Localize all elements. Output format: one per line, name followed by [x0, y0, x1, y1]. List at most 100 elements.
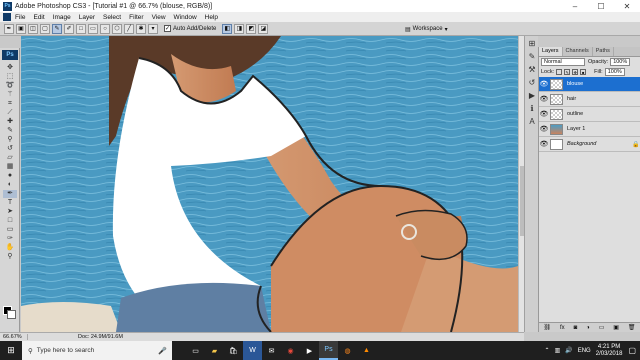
history-icon[interactable]: ↺: [527, 78, 537, 88]
layer-row-background[interactable]: 👁 Background 🔒: [539, 137, 640, 152]
layer-row-layer-1[interactable]: 👁 Layer 1: [539, 122, 640, 137]
workspace-button[interactable]: ▤ Workspace ▾: [400, 24, 453, 34]
eye-icon[interactable]: 👁: [539, 125, 549, 133]
lock-all-icon[interactable]: ■: [580, 69, 587, 75]
custom-shape-icon[interactable]: ✱: [136, 23, 146, 34]
eyedropper-tool-icon[interactable]: ✑: [3, 235, 17, 243]
menu-layer[interactable]: Layer: [79, 14, 95, 21]
actions-icon[interactable]: ▶: [527, 91, 537, 101]
pen-tool-icon[interactable]: ✒: [3, 190, 17, 198]
task-view-icon[interactable]: ▭: [186, 341, 205, 360]
zoom-tool-icon[interactable]: ⚲: [3, 253, 17, 261]
notifications-icon[interactable]: ▢: [628, 346, 636, 355]
add-to-path-icon[interactable]: ◧: [222, 23, 233, 34]
navigator-icon[interactable]: ⊞: [527, 39, 537, 49]
hand-tool-icon[interactable]: ✋: [3, 244, 17, 252]
layer-row-blouse[interactable]: 👁 blouse: [539, 77, 640, 92]
eye-icon[interactable]: 👁: [539, 95, 549, 103]
shape-tool-icon[interactable]: □: [3, 217, 17, 225]
eye-icon[interactable]: 👁: [539, 110, 549, 118]
move-tool-icon[interactable]: ✥: [3, 64, 17, 72]
paths-mode-icon[interactable]: ◫: [28, 23, 38, 34]
rectangle-icon[interactable]: □: [76, 23, 86, 34]
taskbar-search[interactable]: ⚲ Type here to search 🎤: [22, 341, 172, 360]
info-icon[interactable]: ℹ: [527, 104, 537, 114]
slice-tool-icon[interactable]: ⟋: [3, 109, 17, 117]
language-indicator[interactable]: ENG: [578, 348, 591, 354]
volume-icon[interactable]: 🔊: [565, 347, 572, 354]
photoshop-menu-icon[interactable]: [3, 13, 11, 21]
trash-icon[interactable]: 🗑: [628, 324, 636, 331]
notes-tool-icon[interactable]: ▭: [3, 226, 17, 234]
clone-stamp-tool-icon[interactable]: ⚲: [3, 136, 17, 144]
chevron-up-icon[interactable]: ⌃: [545, 347, 550, 354]
layer-row-hair[interactable]: 👁 hair: [539, 92, 640, 107]
type-tool-icon[interactable]: T: [3, 199, 17, 207]
eye-icon[interactable]: 👁: [539, 80, 549, 88]
vlc-icon[interactable]: ▲: [357, 341, 376, 360]
microphone-icon[interactable]: 🎤: [158, 347, 167, 355]
auto-add-delete-checkbox[interactable]: ✓: [164, 25, 171, 32]
minimize-button[interactable]: –: [562, 0, 588, 12]
layer-mask-icon[interactable]: ◙: [574, 325, 578, 331]
character-icon[interactable]: A: [527, 117, 537, 127]
firefox-icon[interactable]: ◍: [338, 341, 357, 360]
zoom-level[interactable]: 66.67%: [0, 334, 28, 340]
document-canvas[interactable]: [21, 36, 518, 332]
menu-filter[interactable]: Filter: [129, 14, 143, 21]
menu-select[interactable]: Select: [103, 14, 121, 21]
menu-view[interactable]: View: [152, 14, 166, 21]
blend-mode-select[interactable]: Normal: [541, 58, 585, 66]
windows-start-icon[interactable]: ⊞: [0, 341, 22, 360]
magic-wand-tool-icon[interactable]: ⚚: [3, 91, 17, 99]
layer-row-outline[interactable]: 👁 outline: [539, 107, 640, 122]
exclude-path-icon[interactable]: ◪: [258, 23, 269, 34]
gradient-tool-icon[interactable]: ▦: [3, 163, 17, 171]
freeform-pen-icon[interactable]: ✐: [64, 23, 74, 34]
maximize-button[interactable]: ☐: [588, 0, 614, 12]
opacity-field[interactable]: 100%: [610, 58, 631, 66]
lock-transparency-icon[interactable]: [556, 69, 563, 75]
fill-field[interactable]: 100%: [604, 68, 625, 76]
menu-edit[interactable]: Edit: [33, 14, 44, 21]
photoshop-taskbar-icon[interactable]: Ps: [319, 341, 338, 360]
eraser-tool-icon[interactable]: ▱: [3, 154, 17, 162]
adjustment-layer-icon[interactable]: ◑: [586, 325, 590, 331]
rounded-rectangle-icon[interactable]: ▭: [88, 23, 98, 34]
tab-channels[interactable]: Channels: [563, 47, 593, 56]
eye-icon[interactable]: 👁: [539, 140, 549, 148]
layer-style-icon[interactable]: fx: [560, 325, 565, 331]
new-group-icon[interactable]: ▭: [599, 324, 605, 331]
pen-icon[interactable]: ✎: [52, 23, 62, 34]
menu-window[interactable]: Window: [174, 14, 197, 21]
ellipse-icon[interactable]: ○: [100, 23, 110, 34]
tool-presets-icon[interactable]: ⚒: [527, 65, 537, 75]
network-icon[interactable]: ▥: [555, 347, 561, 354]
fill-pixels-icon[interactable]: ▢: [40, 23, 50, 34]
chrome-icon[interactable]: ◉: [281, 341, 300, 360]
background-color-swatch[interactable]: [7, 310, 16, 319]
store-icon[interactable]: 🛍: [224, 341, 243, 360]
menu-image[interactable]: Image: [53, 14, 71, 21]
link-layers-icon[interactable]: ⛓: [543, 324, 551, 331]
menu-file[interactable]: File: [15, 14, 25, 21]
lock-image-icon[interactable]: ✎: [564, 69, 571, 75]
history-brush-tool-icon[interactable]: ↺: [3, 145, 17, 153]
word-icon[interactable]: W: [243, 341, 262, 360]
file-explorer-icon[interactable]: ▰: [205, 341, 224, 360]
geometry-options-icon[interactable]: ▾: [148, 23, 158, 34]
tab-layers[interactable]: Layers: [539, 47, 563, 56]
menu-help[interactable]: Help: [205, 14, 218, 21]
lasso-tool-icon[interactable]: ➰: [3, 82, 17, 90]
pen-tool-preset-icon[interactable]: ✒: [4, 23, 14, 34]
path-selection-tool-icon[interactable]: ➤: [3, 208, 17, 216]
media-icon[interactable]: ▶: [300, 341, 319, 360]
brushes-icon[interactable]: ✎: [527, 52, 537, 62]
crop-tool-icon[interactable]: ⌗: [3, 100, 17, 108]
brush-tool-icon[interactable]: ✎: [3, 127, 17, 135]
healing-brush-tool-icon[interactable]: ✚: [3, 118, 17, 126]
new-layer-icon[interactable]: ▣: [613, 324, 619, 331]
tab-paths[interactable]: Paths: [593, 47, 614, 56]
subtract-path-icon[interactable]: ◨: [234, 23, 245, 34]
dodge-tool-icon[interactable]: ◐: [3, 181, 17, 189]
